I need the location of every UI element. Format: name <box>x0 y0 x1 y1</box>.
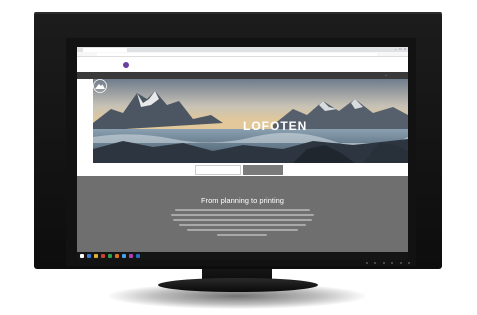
monitor-control-buttons <box>366 262 410 265</box>
taskbar-start-icon[interactable] <box>80 254 84 258</box>
taskbar-app-icon[interactable] <box>115 254 119 258</box>
content-title: From planning to printing <box>201 196 284 205</box>
monitor-screen: – □ × ⌕ LOFOTEN From planning to printin… <box>77 47 408 260</box>
content-section: From planning to printing <box>77 176 408 260</box>
taskbar-app-icon[interactable] <box>101 254 105 258</box>
section-tab-one[interactable] <box>195 165 241 175</box>
site-header <box>77 57 408 72</box>
search-icon[interactable]: ⌕ <box>386 74 387 77</box>
taskbar-app-icon[interactable] <box>129 254 133 258</box>
main-nav-bar: ⌕ <box>77 72 408 79</box>
taskbar-app-icon[interactable] <box>136 254 140 258</box>
body-text-line <box>217 234 267 236</box>
url-field[interactable] <box>97 53 377 56</box>
body-text-line <box>171 214 314 216</box>
body-text-line <box>179 224 306 226</box>
hero-image: LOFOTEN <box>93 79 408 163</box>
os-taskbar <box>77 252 408 260</box>
body-text-line <box>175 209 310 211</box>
taskbar-app-icon[interactable] <box>94 254 98 258</box>
section-tab-two[interactable] <box>243 165 283 175</box>
section-tabs <box>77 163 408 176</box>
taskbar-app-icon[interactable] <box>87 254 91 258</box>
mountain-logo-icon <box>93 79 107 93</box>
taskbar-app-icon[interactable] <box>122 254 126 258</box>
logo-icon[interactable] <box>123 62 129 68</box>
body-text-line <box>187 229 298 231</box>
monitor-stand-base <box>158 278 318 292</box>
body-text-line <box>173 219 312 221</box>
hero-title: LOFOTEN <box>243 119 308 133</box>
taskbar-app-icon[interactable] <box>108 254 112 258</box>
